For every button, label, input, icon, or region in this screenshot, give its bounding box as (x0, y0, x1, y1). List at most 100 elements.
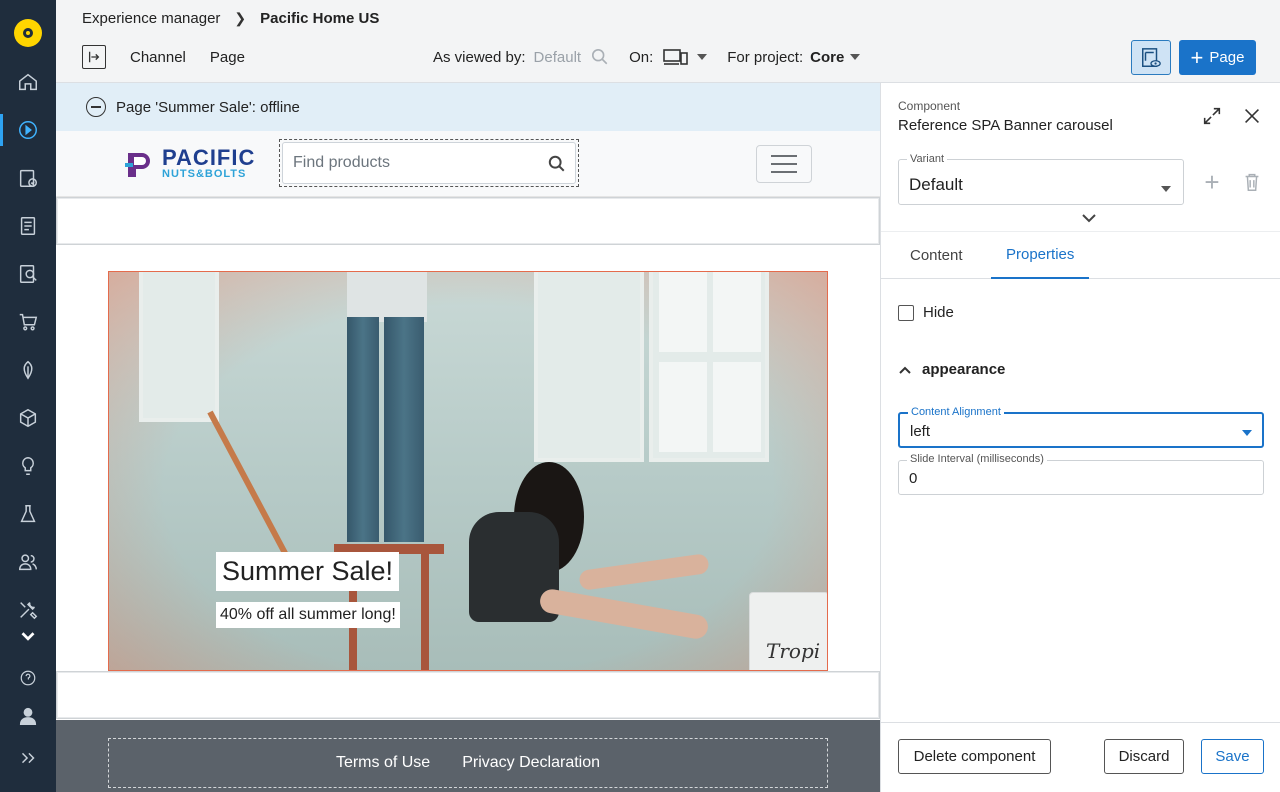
discard-button[interactable]: Discard (1104, 739, 1184, 774)
tab-content[interactable]: Content (910, 232, 963, 279)
bucket-label: Tropi (766, 639, 821, 663)
variant-caret-icon (1161, 186, 1171, 192)
menu-toggle-button[interactable] (756, 145, 812, 183)
nav-rail (0, 0, 56, 792)
component-overlay-button[interactable] (1131, 40, 1171, 75)
paint-bucket: Tropi (749, 592, 827, 670)
delete-component-button[interactable]: Delete component (898, 739, 1051, 774)
home-icon[interactable] (0, 62, 56, 102)
site-header: PACIFIC NUTS&BOLTS Find products (56, 131, 880, 197)
empty-container-bottom[interactable] (56, 671, 880, 719)
tab-properties[interactable]: Properties (991, 232, 1090, 279)
panel-tabs: Content Properties (881, 231, 1280, 279)
sidebar-toggle-button[interactable] (82, 45, 106, 69)
chevron-down-icon[interactable] (0, 616, 56, 656)
hide-label: Hide (923, 304, 954, 321)
breadcrumb: Experience manager ❯ Pacific Home US (82, 8, 379, 28)
slide-interval-input[interactable]: Slide Interval (milliseconds) 0 (898, 453, 1264, 495)
user-icon[interactable] (0, 696, 56, 736)
top-bar: Experience manager ❯ Pacific Home US Cha… (56, 0, 1280, 83)
search-placeholder: Find products (293, 154, 390, 171)
device-caret-icon[interactable] (697, 54, 708, 60)
trash-icon[interactable] (1241, 171, 1263, 193)
footer-links[interactable]: Terms of Use Privacy Declaration (108, 738, 828, 788)
person-shirt (347, 272, 427, 322)
panel-actions: Delete component Discard Save (881, 722, 1280, 792)
cart-icon[interactable] (0, 302, 56, 342)
page-canvas: Page 'Summer Sale': offline PACIFIC NUTS… (56, 83, 880, 792)
pacific-logo-mark (124, 149, 160, 179)
product-search-container[interactable]: Find products (279, 139, 579, 187)
slide-interval-label: Slide Interval (milliseconds) (907, 453, 1047, 465)
product-search-input[interactable]: Find products (282, 142, 576, 184)
search-content-icon[interactable] (0, 254, 56, 294)
channels-icon[interactable] (0, 110, 56, 150)
content-alignment-select[interactable]: Content Alignment left (898, 406, 1264, 448)
breadcrumb-current: Pacific Home US (260, 9, 380, 27)
slide-interval-value: 0 (909, 470, 918, 487)
bloomreach-logo[interactable] (14, 19, 42, 47)
component-panel: Component Reference SPA Banner carousel … (880, 83, 1280, 792)
maximize-icon[interactable] (1201, 105, 1223, 127)
new-page-label: Page (1209, 49, 1245, 66)
offline-notice-text: Page 'Summer Sale': offline (116, 98, 300, 116)
toolbar: Channel Page (82, 45, 245, 69)
project-caret-icon[interactable] (850, 54, 861, 60)
leaf-icon[interactable] (0, 350, 56, 390)
offline-notice: Page 'Summer Sale': offline (56, 83, 880, 131)
girl-leg (538, 587, 710, 641)
plus-icon: + (1190, 44, 1204, 70)
person-leg-left (347, 317, 379, 542)
appearance-section-header[interactable]: appearance (898, 361, 1005, 378)
breadcrumb-root[interactable]: Experience manager (82, 10, 220, 27)
girl-arm (578, 553, 710, 591)
page-menu[interactable]: Page (210, 49, 245, 66)
privacy-link[interactable]: Privacy Declaration (462, 754, 600, 772)
site-logo[interactable]: PACIFIC NUTS&BOLTS (124, 147, 255, 180)
hide-checkbox[interactable] (898, 304, 914, 321)
search-icon[interactable] (548, 155, 566, 173)
component-caption: Component (898, 99, 961, 113)
on-label: On: (629, 48, 654, 66)
add-variant-icon[interactable]: + (1201, 169, 1223, 195)
minus-circle-icon (86, 97, 106, 117)
project-label: For project: (727, 48, 804, 66)
banner-title: Summer Sale! (216, 552, 400, 591)
overlay-eye-icon (1142, 47, 1161, 67)
content-alignment-value: left (910, 423, 931, 440)
channel-menu[interactable]: Channel (130, 49, 186, 66)
box-icon[interactable] (0, 398, 56, 438)
stool-leg-right (421, 552, 429, 670)
brand-line-1: PACIFIC (162, 145, 256, 170)
viewed-by-label: As viewed by: (433, 48, 526, 66)
chevron-down-icon[interactable] (1081, 211, 1097, 223)
content-icon[interactable] (0, 206, 56, 246)
terms-link[interactable]: Terms of Use (336, 754, 430, 772)
banner-carousel[interactable]: Tropi Summer Sale! 40% off all summer lo… (108, 271, 828, 671)
users-icon[interactable] (0, 542, 56, 582)
brand-line-2: NUTS&BOLTS (162, 168, 247, 180)
banner-window-right (649, 272, 769, 462)
banner-window-left (139, 272, 219, 422)
flask-icon[interactable] (0, 494, 56, 534)
project-value[interactable]: Core (810, 49, 844, 66)
banner-window-center (534, 272, 644, 462)
hide-checkbox-row[interactable]: Hide (898, 304, 954, 321)
variant-label: Variant (907, 153, 948, 165)
new-page-button[interactable]: + Page (1179, 40, 1256, 75)
lightbulb-icon[interactable] (0, 446, 56, 486)
device-icon[interactable] (663, 48, 689, 66)
empty-container-top[interactable] (56, 197, 880, 245)
search-icon[interactable] (591, 48, 609, 66)
close-icon[interactable] (1241, 105, 1263, 127)
viewed-by-value[interactable]: Default (534, 49, 582, 66)
projects-icon[interactable] (0, 158, 56, 198)
help-icon[interactable] (0, 658, 56, 698)
content-alignment-label: Content Alignment (908, 406, 1004, 418)
variant-select[interactable]: Variant Default (898, 153, 1184, 205)
view-controls: As viewed by: Default On: For project: C… (433, 45, 861, 69)
save-button[interactable]: Save (1201, 739, 1264, 774)
login-arrow-icon (88, 51, 100, 63)
expand-icon[interactable] (0, 738, 56, 778)
variant-value: Default (909, 175, 963, 194)
